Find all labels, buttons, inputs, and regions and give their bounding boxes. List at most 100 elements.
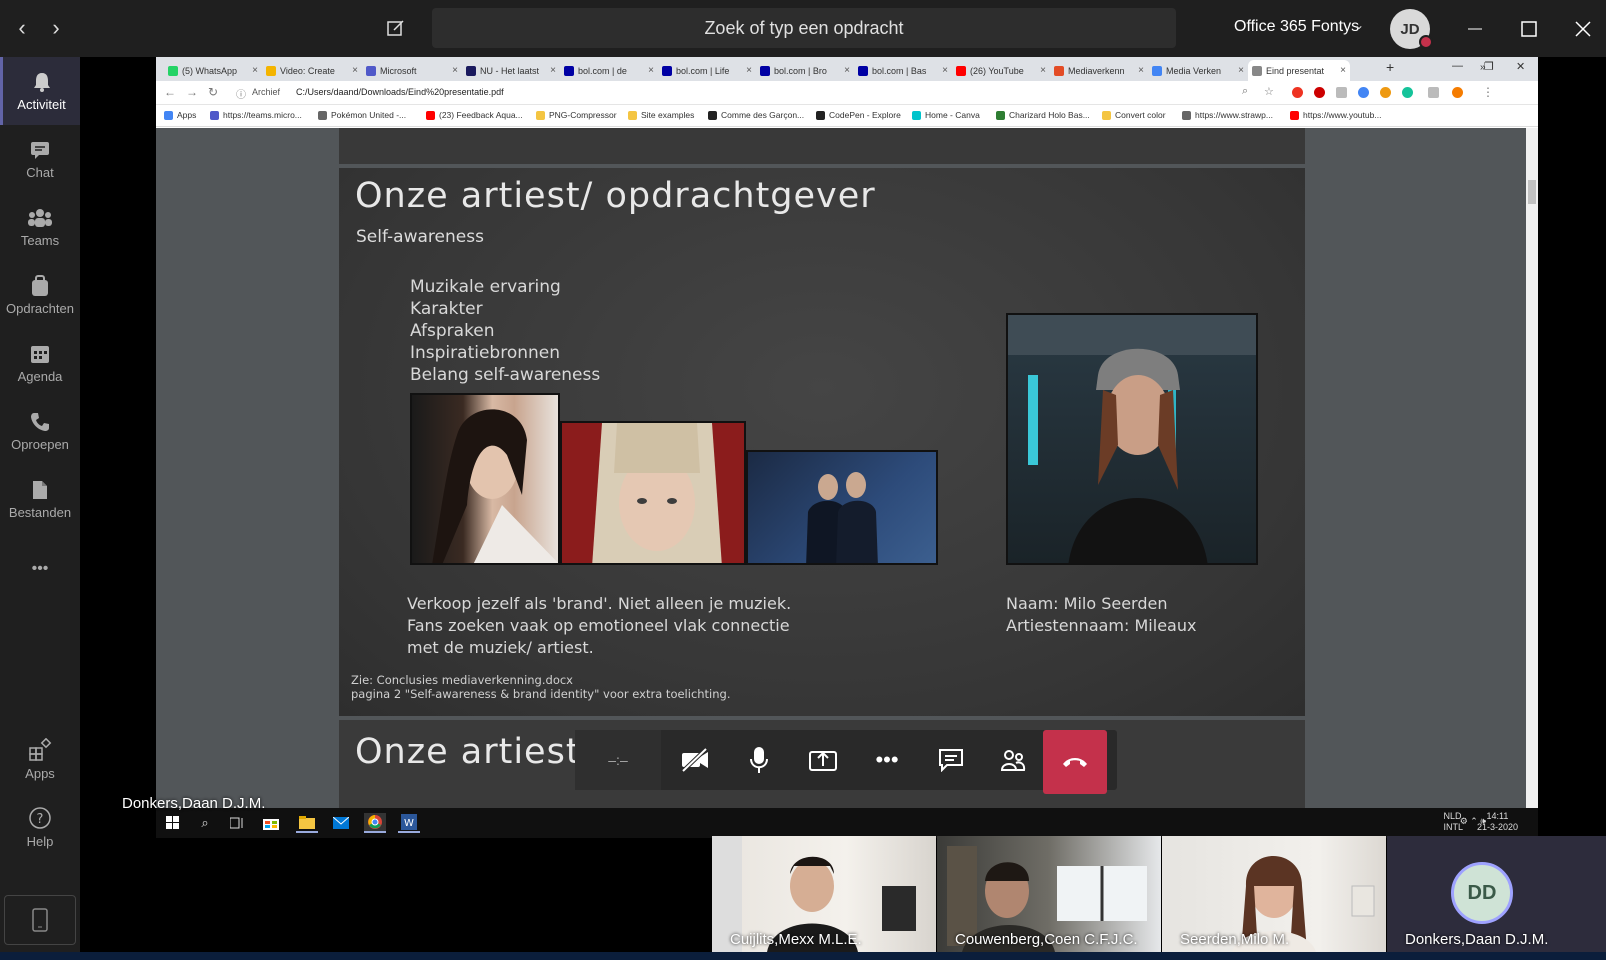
participant-tile[interactable]: Cuijlits,Mexx M.L.E. xyxy=(712,836,936,952)
more-apps-button[interactable]: ••• xyxy=(0,535,80,603)
tab-close-icon[interactable]: × xyxy=(352,65,358,76)
tab-close-icon[interactable]: × xyxy=(550,65,556,76)
tab-close-icon[interactable]: × xyxy=(844,65,850,76)
extension-icon[interactable] xyxy=(1428,87,1439,98)
reload-icon[interactable]: ↻ xyxy=(208,85,218,99)
address-url[interactable]: C:/Users/daand/Downloads/Eind%20presenta… xyxy=(296,87,504,97)
tab-close-icon[interactable]: × xyxy=(452,65,458,76)
clock[interactable]: 14:11 21-3-2020 xyxy=(1477,811,1518,833)
browser-tab[interactable]: bol.com | Bro × xyxy=(756,60,854,81)
rail-item-chat[interactable]: Chat xyxy=(0,125,80,193)
bookmark-item[interactable]: https://www.youtub... xyxy=(1290,110,1381,120)
zoom-icon[interactable]: ⌕ xyxy=(1242,85,1248,98)
tab-close-icon[interactable]: × xyxy=(1040,65,1046,76)
rail-item-help[interactable]: ? Help xyxy=(0,793,80,861)
close-icon[interactable] xyxy=(1566,12,1600,46)
extension-icon[interactable] xyxy=(1380,87,1391,98)
bookmark-item[interactable]: https://www.strawp... xyxy=(1182,110,1273,120)
browser-tab[interactable]: Video: Create × xyxy=(262,60,362,81)
more-actions-button[interactable]: ••• xyxy=(855,730,919,790)
profile-icon[interactable] xyxy=(1452,87,1463,98)
extension-icon[interactable] xyxy=(1336,87,1347,98)
task-view-icon[interactable] xyxy=(226,813,248,833)
maximize-icon[interactable] xyxy=(1512,12,1546,46)
bookmark-item[interactable]: https://teams.micro... xyxy=(210,110,302,120)
more-bookmarks-icon[interactable]: » xyxy=(1480,62,1486,73)
mail-icon[interactable] xyxy=(330,813,352,833)
chevron-down-icon[interactable]: ⌄ xyxy=(1354,18,1364,32)
mobile-device-button[interactable] xyxy=(4,895,76,945)
browser-tab[interactable]: Eind presentat × xyxy=(1248,60,1350,81)
browser-tab[interactable]: Microsoft × xyxy=(362,60,462,81)
minimize-icon[interactable] xyxy=(1458,12,1492,46)
browser-tab[interactable]: NU - Het laatst × xyxy=(462,60,560,81)
browser-tab[interactable]: (26) YouTube × xyxy=(952,60,1050,81)
compose-icon[interactable] xyxy=(382,14,410,42)
store-icon[interactable] xyxy=(260,813,282,833)
participant-tile[interactable]: Couwenberg,Coen C.F.J.C. xyxy=(937,836,1161,952)
bookmark-star-icon[interactable]: ☆ xyxy=(1264,85,1274,98)
show-conversation-button[interactable] xyxy=(919,730,983,790)
rail-item-files[interactable]: Bestanden xyxy=(0,465,80,533)
taskbar-search-icon[interactable]: ⌕ xyxy=(194,813,216,833)
tab-close-icon[interactable]: × xyxy=(942,65,948,76)
tab-close-icon[interactable]: × xyxy=(1138,65,1144,76)
participant-tile[interactable]: DD Donkers,Daan D.J.M. xyxy=(1387,836,1606,952)
rail-item-calls[interactable]: Oproepen xyxy=(0,397,80,465)
participant-tile[interactable]: Seerden,Milo M. xyxy=(1162,836,1386,952)
bookmark-item[interactable]: Charizard Holo Bas... xyxy=(996,110,1090,120)
tab-close-icon[interactable]: × xyxy=(252,65,258,76)
hang-up-button[interactable] xyxy=(1043,730,1107,794)
bookmark-item[interactable]: Home - Canva xyxy=(912,110,980,120)
search-input[interactable] xyxy=(432,8,1176,48)
browser-back-icon[interactable]: ← xyxy=(164,85,176,99)
browser-close-icon[interactable]: ✕ xyxy=(1516,60,1525,73)
rail-item-teams[interactable]: Teams xyxy=(0,193,80,261)
file-explorer-icon[interactable] xyxy=(296,813,318,833)
bookmark-item[interactable]: Convert color xyxy=(1102,110,1166,120)
forward-arrow-icon[interactable]: › xyxy=(42,14,70,42)
share-screen-button[interactable] xyxy=(791,730,855,790)
rail-item-activity[interactable]: Activiteit xyxy=(0,57,80,125)
extension-colorpick-icon[interactable] xyxy=(1358,87,1369,98)
browser-tab[interactable]: bol.com | Life × xyxy=(658,60,756,81)
rail-item-calendar[interactable]: Agenda xyxy=(0,329,80,397)
windows-start-icon[interactable] xyxy=(162,813,184,833)
back-arrow-icon[interactable]: ‹ xyxy=(8,14,36,42)
bookmark-item[interactable]: Comme des Garçon... xyxy=(708,110,804,120)
input-language[interactable]: NLD INTL xyxy=(1443,811,1463,833)
bookmark-item[interactable]: Pokémon United -... xyxy=(318,110,406,120)
rail-item-assignments[interactable]: Opdrachten xyxy=(0,261,80,329)
bookmark-item[interactable]: (23) Feedback Aqua... xyxy=(426,110,523,120)
browser-tab[interactable]: (5) WhatsApp × xyxy=(164,60,262,81)
new-tab-button[interactable]: + xyxy=(1386,59,1394,75)
browser-tab[interactable]: bol.com | de × xyxy=(560,60,658,81)
rail-item-apps[interactable]: Apps xyxy=(0,725,80,793)
browser-menu-icon[interactable]: ⋮ xyxy=(1482,85,1494,99)
browser-tab[interactable]: bol.com | Bas × xyxy=(854,60,952,81)
organization-switcher[interactable]: Office 365 Fontys xyxy=(1234,18,1359,36)
browser-forward-icon[interactable]: → xyxy=(186,85,198,99)
bookmark-item[interactable]: Site examples xyxy=(628,110,694,120)
tab-close-icon[interactable]: × xyxy=(1238,65,1244,76)
bookmark-item[interactable]: CodePen - Explore xyxy=(816,110,901,120)
browser-tab[interactable]: Media Verken × xyxy=(1148,60,1248,81)
camera-off-button[interactable] xyxy=(663,730,727,790)
tab-close-icon[interactable]: × xyxy=(648,65,654,76)
extension-grammarly-icon[interactable] xyxy=(1402,87,1413,98)
bookmark-item[interactable]: Apps xyxy=(164,110,196,120)
microphone-button[interactable] xyxy=(727,730,791,790)
chrome-icon[interactable] xyxy=(364,813,386,833)
extension-opera-icon[interactable] xyxy=(1292,87,1303,98)
browser-minimize-icon[interactable]: — xyxy=(1452,60,1463,72)
word-icon[interactable]: W xyxy=(398,813,420,833)
scroll-thumb[interactable] xyxy=(1528,180,1536,204)
tab-close-icon[interactable]: × xyxy=(1340,65,1346,76)
extension-abp-icon[interactable] xyxy=(1314,87,1325,98)
bookmark-item[interactable]: PNG-Compressor xyxy=(536,110,617,120)
show-participants-button[interactable] xyxy=(981,730,1045,790)
vertical-scrollbar[interactable] xyxy=(1526,128,1538,838)
tab-close-icon[interactable]: × xyxy=(746,65,752,76)
browser-tab[interactable]: Mediaverkenn × xyxy=(1050,60,1148,81)
calendar-icon xyxy=(31,345,49,363)
